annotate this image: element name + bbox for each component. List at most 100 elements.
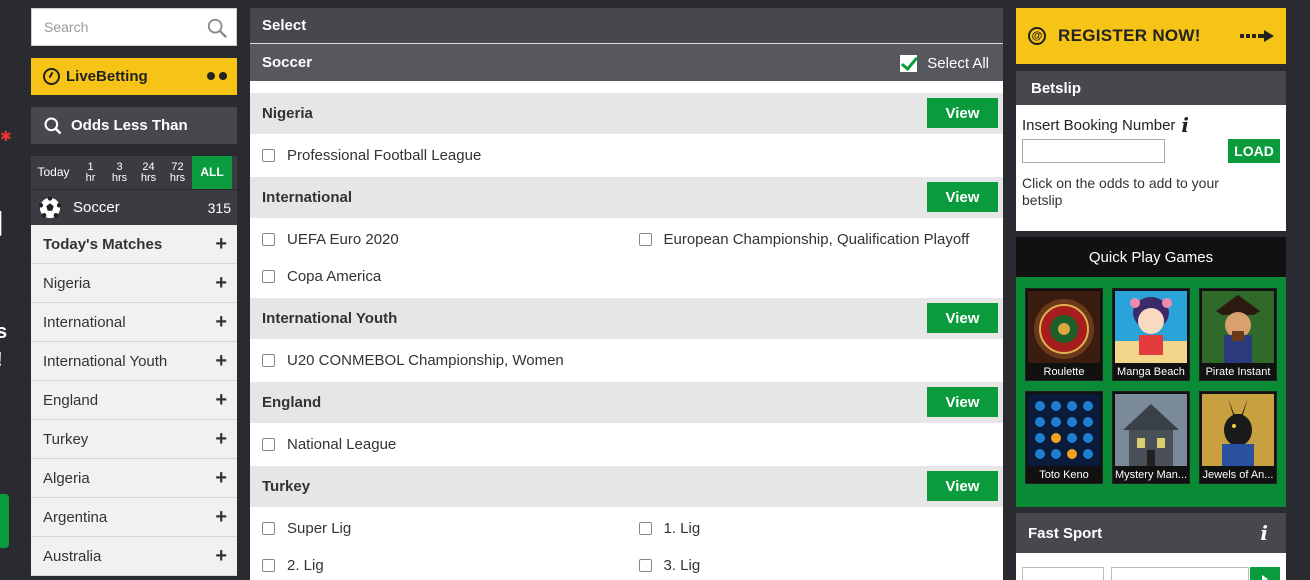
at-sign-icon: @ xyxy=(1028,27,1046,45)
league-label: National League xyxy=(287,436,397,453)
manga-beach-thumbnail xyxy=(1115,291,1187,363)
checkbox[interactable] xyxy=(262,522,275,535)
region-international: International View UEFA Euro 2020 Europe… xyxy=(250,177,1003,298)
view-button[interactable]: View xyxy=(927,303,998,333)
league-checkbox-item[interactable]: 2. Lig xyxy=(250,547,627,580)
plus-icon[interactable]: + xyxy=(215,506,227,529)
game-tile-toto-keno[interactable]: Toto Keno xyxy=(1025,391,1103,484)
info-icon[interactable]: i xyxy=(1260,521,1268,545)
league-list: U20 CONMEBOL Championship, Women xyxy=(250,339,1003,382)
checkbox[interactable] xyxy=(638,522,652,535)
plus-icon[interactable]: + xyxy=(215,389,227,412)
game-tile-roulette[interactable]: Roulette xyxy=(1025,288,1103,381)
booking-number-input[interactable] xyxy=(1022,139,1165,163)
region-header: International Youth View xyxy=(250,298,1003,339)
view-button[interactable]: View xyxy=(927,98,998,128)
checkbox[interactable] xyxy=(262,233,275,246)
checkbox[interactable] xyxy=(262,438,275,451)
league-checkbox-item[interactable]: European Championship, Qualification Pla… xyxy=(627,221,1004,258)
league-label: Copa America xyxy=(287,268,382,285)
fast-sport-select[interactable] xyxy=(1111,567,1249,580)
region-title: England xyxy=(262,394,322,411)
sidebar-item-algeria[interactable]: Algeria + xyxy=(31,459,237,498)
sidebar-item-label: Turkey xyxy=(43,430,89,448)
edge-decoration-mark: | xyxy=(0,208,3,234)
plus-icon[interactable]: + xyxy=(215,311,227,334)
checkbox[interactable] xyxy=(262,270,275,283)
register-now-label: REGISTER NOW! xyxy=(1058,26,1201,45)
right-column: @ REGISTER NOW! Betslip Insert Booking N… xyxy=(1016,8,1286,580)
time-filter-label: 3 xyxy=(116,160,123,173)
sidebar-item-argentina[interactable]: Argentina + xyxy=(31,498,237,537)
time-filter-1hr[interactable]: 1 hr xyxy=(76,156,105,189)
odds-less-than-label: Odds Less Than xyxy=(71,117,188,134)
time-filter-3hrs[interactable]: 3 hrs xyxy=(105,156,134,189)
league-checkbox-item[interactable]: 3. Lig xyxy=(627,547,1004,580)
register-now-button[interactable]: @ REGISTER NOW! xyxy=(1016,8,1286,64)
league-list: Super Lig 1. Lig 2. Lig 3. Lig xyxy=(250,507,1003,580)
sidebar-item-australia[interactable]: Australia + xyxy=(31,537,237,576)
sidebar-item-todays-matches[interactable]: Today's Matches + xyxy=(31,225,237,264)
checkbox[interactable] xyxy=(638,233,652,246)
sport-name: Soccer xyxy=(73,199,120,216)
edge-green-tab[interactable] xyxy=(0,494,9,548)
plus-icon[interactable]: + xyxy=(215,233,227,256)
league-label: U20 CONMEBOL Championship, Women xyxy=(287,352,564,369)
league-checkbox-item[interactable]: UEFA Euro 2020 xyxy=(250,221,627,258)
checkbox[interactable] xyxy=(262,559,275,572)
search-input[interactable] xyxy=(32,9,192,45)
league-checkbox-item[interactable]: 1. Lig xyxy=(627,510,1004,547)
checkbox[interactable] xyxy=(638,559,652,572)
time-filter-all[interactable]: ALL xyxy=(192,156,232,189)
plus-icon[interactable]: + xyxy=(215,545,227,568)
game-tile-pirate-instant[interactable]: Pirate Instant xyxy=(1199,288,1277,381)
game-tile-jewels-of-anubis[interactable]: Jewels of An... xyxy=(1199,391,1277,484)
view-button[interactable]: View xyxy=(927,471,998,501)
region-title: Turkey xyxy=(262,478,311,495)
sport-row-soccer[interactable]: Soccer 315 xyxy=(31,189,237,225)
sidebar-item-label: Today's Matches xyxy=(43,235,163,253)
league-checkbox-item[interactable]: National League xyxy=(250,426,1003,463)
arrow-right-icon xyxy=(1240,30,1274,42)
league-checkbox-item[interactable]: Copa America xyxy=(250,258,627,295)
sidebar-item-turkey[interactable]: Turkey + xyxy=(31,420,237,459)
sidebar-item-england[interactable]: England + xyxy=(31,381,237,420)
game-tile-mystery-manor[interactable]: Mystery Man... xyxy=(1112,391,1190,484)
league-checkbox-item[interactable]: U20 CONMEBOL Championship, Women xyxy=(250,342,1003,379)
league-checkbox-item[interactable]: Super Lig xyxy=(250,510,627,547)
play-arrow-button[interactable] xyxy=(1250,567,1280,580)
edge-decoration-mark: s xyxy=(0,321,8,343)
plus-icon[interactable]: + xyxy=(215,350,227,373)
view-button[interactable]: View xyxy=(927,387,998,417)
load-button[interactable]: LOAD xyxy=(1228,139,1280,163)
sidebar-item-nigeria[interactable]: Nigeria + xyxy=(31,264,237,303)
sidebar-item-label: International xyxy=(43,313,126,331)
time-filter-today[interactable]: Today xyxy=(31,156,76,189)
fast-sport-select[interactable] xyxy=(1022,567,1104,580)
league-checkbox-item[interactable]: Professional Football League xyxy=(250,137,1003,174)
region-england: England View National League xyxy=(250,382,1003,466)
edge-decoration-mark: ✱ xyxy=(0,128,12,144)
select-all-checkbox[interactable]: Select All xyxy=(900,55,989,72)
sidebar-item-label: International Youth xyxy=(43,352,168,370)
odds-less-than-button[interactable]: Odds Less Than xyxy=(31,107,237,144)
plus-icon[interactable]: + xyxy=(215,272,227,295)
game-label: Roulette xyxy=(1043,366,1085,378)
plus-icon[interactable]: + xyxy=(215,467,227,490)
checkbox[interactable] xyxy=(262,149,275,162)
info-icon[interactable]: i xyxy=(1181,113,1189,137)
checkbox[interactable] xyxy=(262,354,275,367)
search-icon[interactable] xyxy=(206,17,228,39)
time-filter-24hrs[interactable]: 24 hrs xyxy=(134,156,163,189)
view-button[interactable]: View xyxy=(927,182,998,212)
sidebar-item-label: England xyxy=(43,391,99,409)
fast-sport-title: Fast Sport xyxy=(1028,524,1103,542)
sidebar-item-international-youth[interactable]: International Youth + xyxy=(31,342,237,381)
plus-icon[interactable]: + xyxy=(215,428,227,451)
region-nigeria: Nigeria View Professional Football Leagu… xyxy=(250,93,1003,177)
sport-header: Soccer Select All xyxy=(250,44,1003,81)
time-filter-72hrs[interactable]: 72 hrs xyxy=(163,156,192,189)
live-betting-button[interactable]: LiveBetting xyxy=(31,58,237,95)
sidebar-item-international[interactable]: International + xyxy=(31,303,237,342)
game-tile-manga-beach[interactable]: Manga Beach xyxy=(1112,288,1190,381)
